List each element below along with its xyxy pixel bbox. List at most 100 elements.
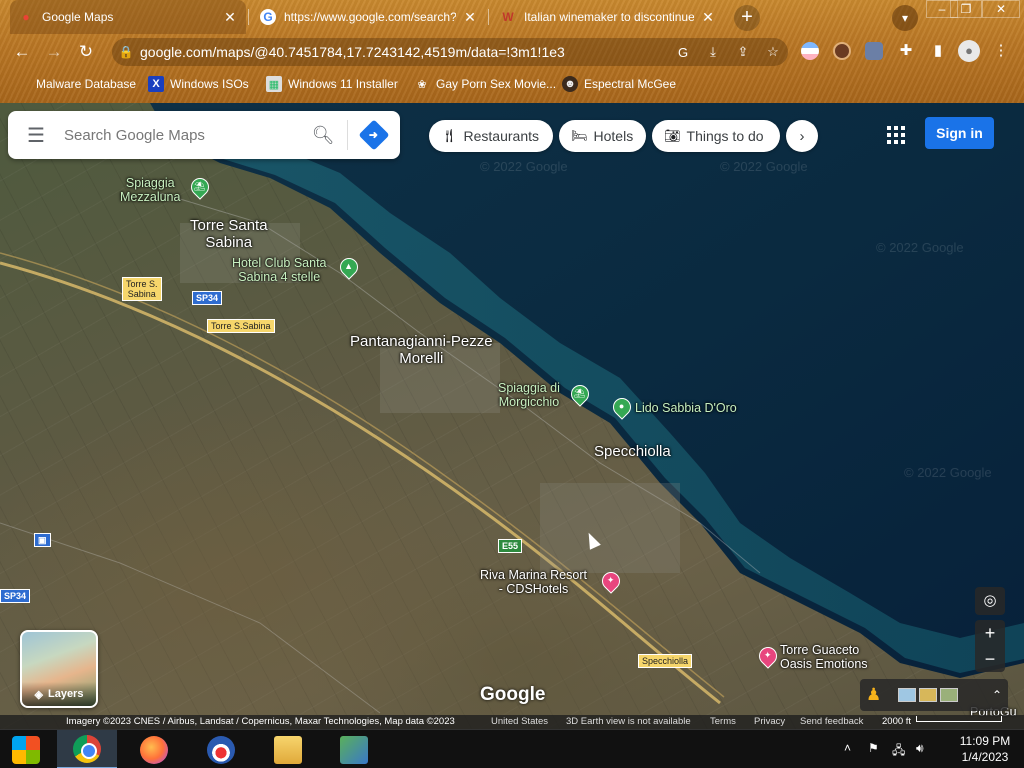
taskbar-app[interactable] <box>191 730 251 768</box>
poi-riva-marina-resort[interactable]: Riva Marina Resort - CDSHotels <box>480 568 587 596</box>
poi-hotel-club-santa-sabina[interactable]: Hotel Club Santa Sabina 4 stelle <box>232 256 327 284</box>
privacy-link[interactable]: Privacy <box>754 715 785 729</box>
tab-title: https://www.google.com/search?q <box>284 10 456 24</box>
chip-restaurants[interactable]: 🍴︎ Restaurants <box>429 120 553 152</box>
map-watermark: © 2022 Google <box>480 159 568 174</box>
lock-icon[interactable]: 🔒 <box>112 45 140 59</box>
scale-label[interactable]: 2000 ft <box>882 715 911 729</box>
zoom-out-button[interactable]: − <box>975 646 1005 672</box>
taskbar-firefox[interactable] <box>124 730 184 768</box>
imagery-thumbnail[interactable] <box>898 688 916 702</box>
address-url[interactable]: google.com/maps/@40.7451784,17.7243142,4… <box>140 44 668 60</box>
x-logo-icon: X <box>148 76 164 92</box>
layers-button[interactable]: ◈ Layers <box>20 630 98 708</box>
bus-stop-icon[interactable]: ▣ <box>34 533 51 547</box>
flag-extension-icon[interactable] <box>801 42 819 60</box>
share-icon[interactable]: ⇪ <box>728 44 758 60</box>
tab-close-icon[interactable]: ✕ <box>462 9 478 26</box>
side-panel-icon[interactable]: ▮ <box>927 40 949 62</box>
directions-button[interactable]: ➜ <box>348 119 400 151</box>
install-app-icon[interactable]: ⤓ <box>698 44 728 60</box>
reload-icon[interactable]: ↻ <box>74 40 98 64</box>
taskbar-chrome[interactable] <box>57 730 117 768</box>
place-torre-santa-sabina[interactable]: Torre Santa Sabina <box>190 217 268 251</box>
google-apps-grid-icon[interactable] <box>884 123 908 147</box>
google-logo: Google <box>480 684 546 705</box>
bookmark-star-icon[interactable]: ☆ <box>758 44 788 60</box>
send-feedback-link[interactable]: Send feedback <box>800 715 863 729</box>
bookmark-windows-11-installer[interactable]: ▦ Windows 11 Installer <box>266 74 398 94</box>
chip-things-to-do[interactable]: 📷︎ Things to do <box>652 120 780 152</box>
windows-logo-icon <box>12 735 40 764</box>
imagery-credit: Imagery ©2023 CNES / Airbus, Landsat / C… <box>66 716 455 727</box>
my-location-icon[interactable]: ◎ <box>975 587 1005 615</box>
volume-icon[interactable]: 🔊︎ <box>916 741 924 756</box>
new-tab-button[interactable]: + <box>734 5 760 31</box>
place-pantanagianni-pezze-morelli[interactable]: Pantanagianni-Pezze Morelli <box>350 333 493 367</box>
layers-icon: ◈ <box>34 688 43 701</box>
kebab-menu-icon[interactable]: ⋮ <box>990 40 1012 62</box>
bookmark-malware-database[interactable]: Malware Database <box>14 74 136 94</box>
search-icon[interactable]: 🔍︎ <box>299 125 347 146</box>
imagery-thumbnail[interactable] <box>940 688 958 702</box>
poi-spiaggia-mezzaluna[interactable]: Spiaggia Mezzaluna <box>120 176 180 204</box>
chips-next-chevron-icon[interactable]: › <box>786 120 818 152</box>
close-window-button[interactable]: ✕ <box>982 0 1020 18</box>
firefox-icon <box>140 735 168 764</box>
bird-extension-icon[interactable] <box>865 42 883 60</box>
pegman-icon[interactable]: ♟ <box>866 685 888 705</box>
maximize-button[interactable]: ❐ <box>950 0 982 18</box>
extensions-puzzle-icon[interactable]: ✚ <box>895 40 917 62</box>
hamburger-menu-icon[interactable]: ☰ <box>8 123 64 148</box>
expand-chevron-icon[interactable]: ⌃ <box>992 688 1002 702</box>
google-lens-icon[interactable]: G <box>668 45 698 60</box>
tab-news-article[interactable]: W Italian winemaker to discontinue ✕ <box>492 0 724 34</box>
avatar-extension-icon[interactable] <box>833 42 851 60</box>
zoom-in-button[interactable]: + <box>975 620 1005 646</box>
tab-google-search[interactable]: G https://www.google.com/search?q ✕ <box>252 0 486 34</box>
bookmark-windows-isos[interactable]: X Windows ISOs <box>148 74 249 94</box>
address-bar[interactable]: 🔒 google.com/maps/@40.7451784,17.7243142… <box>112 38 788 66</box>
campaign-logo-icon <box>207 735 235 764</box>
film-icon: ❀ <box>417 78 427 91</box>
chip-hotels[interactable]: 🛏︎ Hotels <box>559 120 646 152</box>
attribution-bar: Imagery ©2023 CNES / Airbus, Landsat / C… <box>0 715 1024 729</box>
road-shield-e55: E55 <box>498 539 523 553</box>
chip-label: Restaurants <box>463 128 539 144</box>
taskbar-file-explorer[interactable] <box>258 730 318 768</box>
tab-close-icon[interactable]: ✕ <box>222 9 238 26</box>
tab-close-icon[interactable]: ✕ <box>700 9 716 26</box>
bookmark-espectral-mcgee[interactable]: ☻ Espectral McGee <box>562 74 676 94</box>
google-maps-pin-icon: ● <box>22 10 30 24</box>
poi-lido-sabbia-doro[interactable]: Lido Sabbia D'Oro <box>635 401 737 415</box>
show-hidden-icons-chevron-icon[interactable]: ˄ <box>844 741 851 755</box>
search-input[interactable] <box>64 126 299 144</box>
poi-torre-guaceto-oasis[interactable]: Torre Guaceto Oasis Emotions <box>780 643 868 671</box>
road-label-specchiolla: Specchiolla <box>638 654 693 668</box>
bookmark-movie-site[interactable]: ❀ Gay Porn Sex Movie... <box>414 74 556 94</box>
tab-search-chevron-icon[interactable]: ▾ <box>892 5 918 31</box>
bookmark-label: Malware Database <box>36 77 137 91</box>
bed-icon: 🛏︎ <box>571 128 588 143</box>
poi-spiaggia-di-morgicchio[interactable]: Spiaggia di Morgicchio <box>498 381 560 409</box>
tab-google-maps[interactable]: ● Google Maps ✕ <box>10 0 246 34</box>
terms-link[interactable]: Terms <box>710 715 736 729</box>
chip-label: Hotels <box>593 128 634 144</box>
forward-arrow-icon[interactable]: → <box>42 40 66 64</box>
sign-in-button[interactable]: Sign in <box>925 117 994 149</box>
country-link[interactable]: United States <box>491 715 548 729</box>
action-center-flag-icon[interactable]: ⚑ <box>868 741 879 755</box>
taskbar-network-app[interactable] <box>324 730 384 768</box>
place-specchiolla[interactable]: Specchiolla <box>594 443 671 460</box>
imagery-thumbnail[interactable] <box>919 688 937 702</box>
map-watermark: © 2022 Google <box>904 465 992 480</box>
start-button[interactable] <box>0 730 52 768</box>
clock-date: 1/4/2023 <box>961 750 1009 764</box>
scale-bar <box>916 716 1002 722</box>
back-arrow-icon[interactable]: ← <box>10 40 34 64</box>
profile-avatar-icon[interactable]: ● <box>958 40 980 62</box>
road-shield-sp34: SP34 <box>192 291 223 305</box>
clock[interactable]: 11:09 PM 1/4/2023 <box>952 733 1018 765</box>
satellite-map[interactable]: © 2022 Google © 2022 Google © 2022 Googl… <box>0 103 1024 729</box>
network-icon[interactable]: 🖧︎ <box>892 741 905 762</box>
